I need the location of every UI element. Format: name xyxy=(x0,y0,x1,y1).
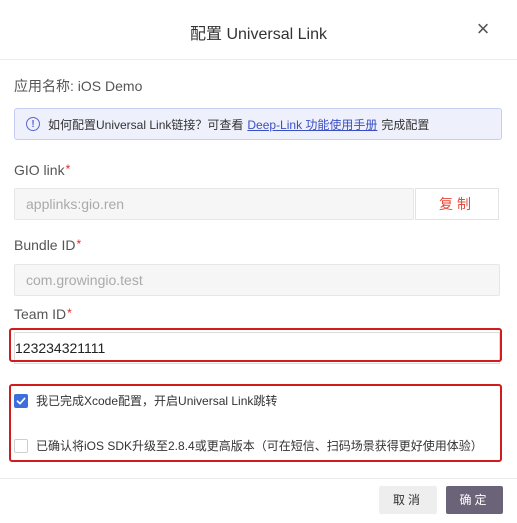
team-id-input[interactable] xyxy=(14,332,500,364)
team-id-label: Team ID* xyxy=(14,306,72,322)
cancel-button[interactable]: 取消 xyxy=(379,486,437,514)
dialog-title: 配置 Universal Link xyxy=(190,26,327,43)
info-text-after: 完成配置 xyxy=(381,117,430,132)
check-icon xyxy=(16,397,26,404)
team-id-label-text: Team ID xyxy=(14,306,67,322)
required-mark: * xyxy=(76,237,82,251)
sdk-check-label: 已确认将iOS SDK升级至2.8.4或更高版本（可在短信、扫码场景获得更好使用… xyxy=(36,439,483,453)
manual-link[interactable]: Deep-Link 功能使用手册 xyxy=(247,116,377,133)
gio-link-label-text: GIO link xyxy=(14,162,65,178)
required-mark: * xyxy=(67,306,72,320)
bundle-id-label-text: Bundle ID xyxy=(14,237,76,253)
info-text-before: 如何配置Universal Link链接？可查看 xyxy=(48,117,244,132)
bundle-id-label: Bundle ID* xyxy=(14,237,81,253)
footer-divider xyxy=(0,478,517,479)
gio-link-label: GIO link* xyxy=(14,162,70,178)
gio-link-field[interactable]: applinks:gio.ren xyxy=(14,188,414,220)
app-name: 应用名称: iOS Demo xyxy=(14,78,143,94)
sdk-check-row[interactable]: 已确认将iOS SDK升级至2.8.4或更高版本（可在短信、扫码场景获得更好使用… xyxy=(14,437,483,454)
bundle-id-field[interactable]: com.growingio.test xyxy=(14,264,500,296)
info-banner: ! 如何配置Universal Link链接？可查看 Deep-Link 功能使… xyxy=(14,108,502,140)
close-icon[interactable]: × xyxy=(471,17,495,41)
info-icon: ! xyxy=(26,117,40,131)
copy-button[interactable]: 复制 xyxy=(415,188,499,220)
confirm-button[interactable]: 确定 xyxy=(446,486,503,514)
xcode-check-row[interactable]: 我已完成Xcode配置，开启Universal Link跳转 xyxy=(14,392,277,409)
xcode-check-label: 我已完成Xcode配置，开启Universal Link跳转 xyxy=(36,394,278,408)
dialog-header: 配置 Universal Link × xyxy=(0,0,517,60)
required-mark: * xyxy=(65,162,71,176)
sdk-checkbox[interactable] xyxy=(14,438,28,453)
xcode-checkbox[interactable] xyxy=(14,393,28,408)
